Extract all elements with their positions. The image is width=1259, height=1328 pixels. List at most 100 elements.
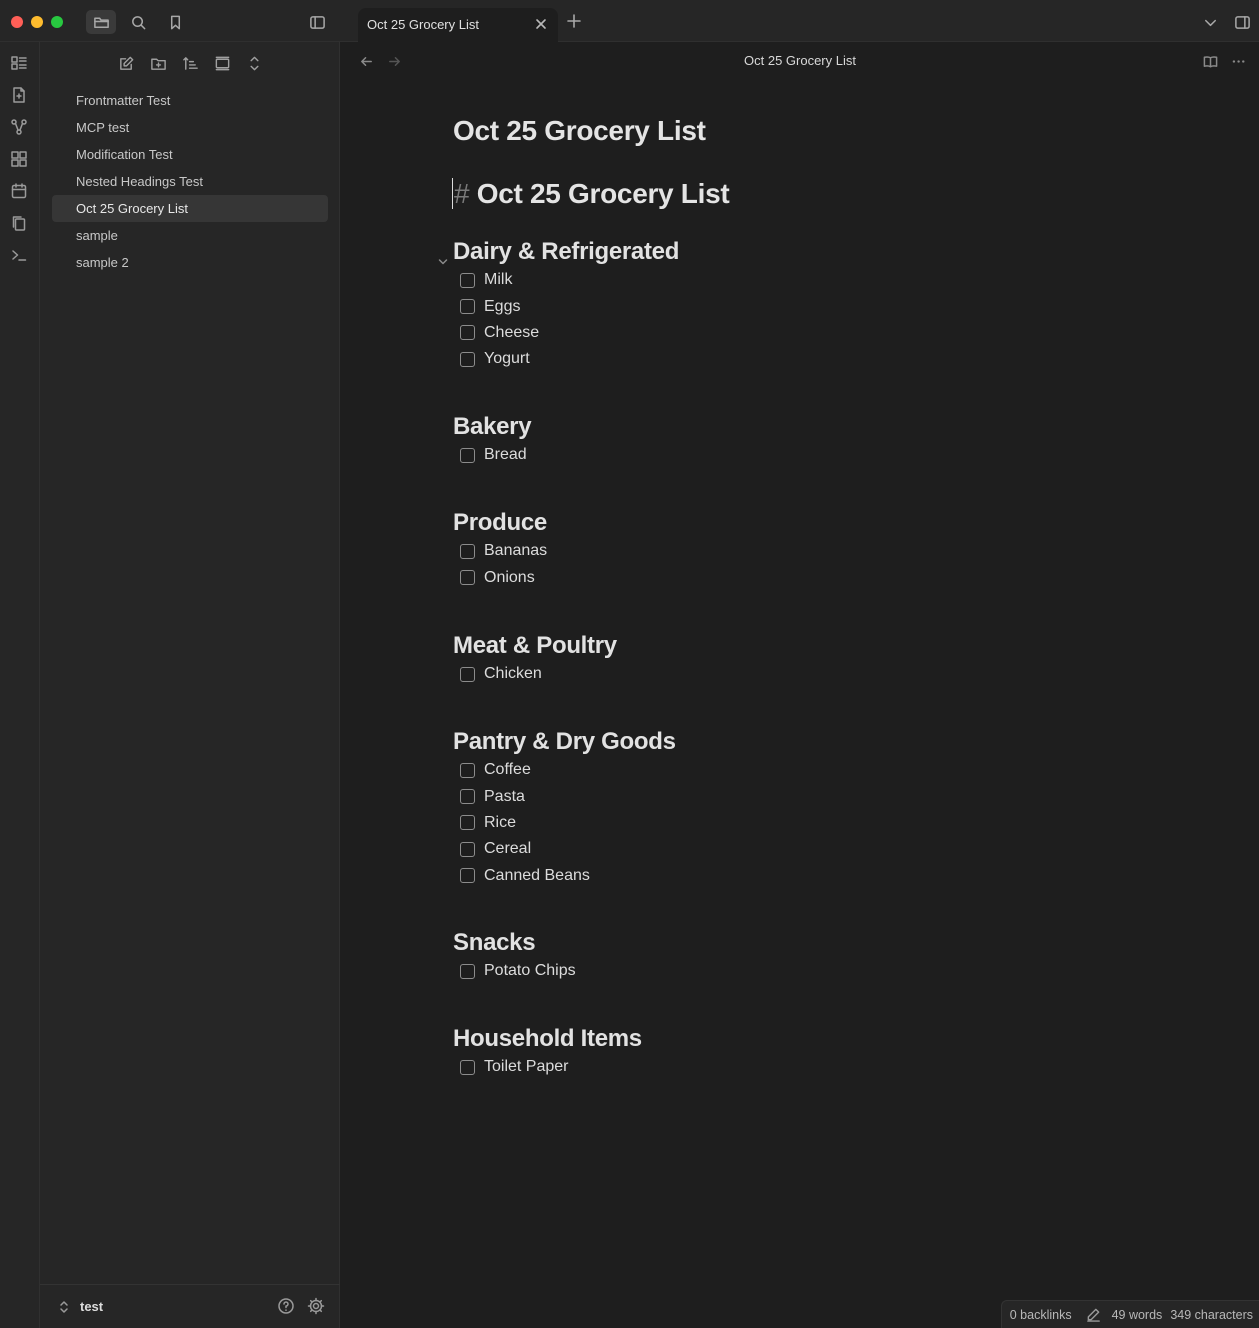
task-item: Pasta [453,783,676,809]
task-label: Potato Chips [484,962,576,980]
task-label: Milk [484,271,513,289]
fold-chevron-icon[interactable] [437,246,449,265]
help-icon[interactable] [277,1297,297,1317]
task-label: Onions [484,568,535,586]
new-tab-button[interactable] [565,12,587,34]
task-checkbox[interactable] [460,447,475,463]
collapse-all-icon[interactable] [241,50,267,76]
task-item: Milk [453,267,679,293]
task-checkbox[interactable] [460,868,475,884]
vault-name[interactable]: test [80,1299,103,1314]
section-household-items: Household Items Toilet Paper [453,1024,642,1080]
task-item: Rice [453,810,676,836]
vault-switcher-icon[interactable] [58,1299,70,1315]
new-note-icon[interactable] [113,50,139,76]
task-checkbox[interactable] [460,815,475,831]
reading-view-icon[interactable] [1199,51,1221,71]
file-explorer: Frontmatter Test MCP test Modification T… [40,42,340,1328]
heading-1[interactable]: # Oct 25 Grocery List [452,178,730,210]
file-list: Frontmatter Test MCP test Modification T… [52,87,328,276]
ribbon [0,42,40,1328]
task-checkbox[interactable] [460,543,475,559]
copy-icon[interactable] [7,211,31,235]
section-snacks: Snacks Potato Chips [453,928,576,984]
graph-view-icon[interactable] [7,115,31,139]
task-item: Toilet Paper [453,1054,642,1080]
file-item-sample-2[interactable]: sample 2 [52,249,328,276]
note-content[interactable]: Oct 25 Grocery List # Oct 25 Grocery Lis… [438,112,1153,1075]
bookmark-icon[interactable] [160,10,190,34]
task-checkbox[interactable] [460,789,475,805]
task-checkbox[interactable] [460,325,475,341]
task-item: Cereal [453,836,676,862]
heading-2[interactable]: Dairy & Refrigerated [438,237,679,267]
task-label: Rice [484,813,517,831]
task-checkbox[interactable] [460,963,475,979]
editor-pane: Oct 25 Grocery List Oct 25 Grocery List … [341,42,1259,1328]
terminal-icon[interactable] [7,243,31,267]
task-checkbox[interactable] [460,666,475,682]
section-meat-poultry: Meat & Poultry Chicken [453,631,617,687]
heading-1-text: Oct 25 Grocery List [469,178,730,209]
task-checkbox[interactable] [460,570,475,586]
heading-2[interactable]: Household Items [453,1024,642,1054]
heading-2[interactable]: Bakery [453,412,532,442]
gear-icon[interactable] [307,1297,327,1317]
task-label: Bread [484,446,527,464]
toggle-left-sidebar-icon[interactable] [302,10,332,34]
file-item-nested-headings-test[interactable]: Nested Headings Test [52,168,328,195]
task-checkbox[interactable] [460,272,475,288]
inline-title[interactable]: Oct 25 Grocery List [453,112,1153,152]
title-bar: Oct 25 Grocery List [0,0,1259,42]
task-item: Chicken [453,661,617,687]
backlinks-count[interactable]: 0 backlinks [1010,1308,1072,1322]
calendar-icon[interactable] [7,179,31,203]
task-item: Cheese [453,320,679,346]
task-checkbox[interactable] [460,351,475,367]
pencil-icon[interactable] [1086,1307,1102,1323]
task-item: Bread [453,442,531,468]
heading-2[interactable]: Produce [453,508,547,538]
files-icon[interactable] [86,10,116,34]
task-label: Bananas [484,542,548,560]
canvas-icon[interactable] [7,147,31,171]
word-count: 49 words [1111,1307,1163,1322]
task-checkbox[interactable] [460,1059,475,1075]
file-item-modification-test[interactable]: Modification Test [52,141,328,168]
sort-icon[interactable] [177,50,203,76]
heading-2[interactable]: Meat & Poultry [453,631,617,661]
auto-reveal-icon[interactable] [209,50,235,76]
file-item-oct-25-grocery-list[interactable]: Oct 25 Grocery List [52,195,328,222]
task-label: Coffee [484,761,531,779]
toggle-right-sidebar-icon[interactable] [1227,10,1257,34]
section-dairy-refrigerated: Dairy & Refrigerated Milk Eggs Cheese Yo… [438,237,679,373]
search-icon[interactable] [123,10,153,34]
file-import-icon[interactable] [7,83,31,107]
task-label: Pasta [484,787,525,805]
view-title[interactable]: Oct 25 Grocery List [341,53,1259,68]
task-checkbox[interactable] [460,299,475,315]
task-label: Canned Beans [484,866,590,884]
window-maximize-button[interactable] [51,16,63,28]
vault-bar: test [40,1284,340,1328]
task-checkbox[interactable] [460,841,475,857]
task-checkbox[interactable] [460,762,475,778]
task-label: Yogurt [484,350,530,368]
window-minimize-button[interactable] [31,16,43,28]
tab-oct-25-grocery-list[interactable]: Oct 25 Grocery List [358,8,558,42]
heading-hash-mark: # [452,178,470,209]
close-icon[interactable] [534,17,550,33]
file-item-frontmatter-test[interactable]: Frontmatter Test [52,87,328,114]
dashboard-icon[interactable] [7,51,31,75]
new-folder-icon[interactable] [145,50,171,76]
file-item-sample[interactable]: sample [52,222,328,249]
file-item-mcp-test[interactable]: MCP test [52,114,328,141]
file-explorer-actions [40,50,340,76]
task-item: Potato Chips [453,958,576,984]
heading-2[interactable]: Pantry & Dry Goods [453,727,676,757]
task-label: Chicken [484,665,542,683]
chevron-down-icon[interactable] [1195,10,1225,34]
heading-2[interactable]: Snacks [453,928,576,958]
window-close-button[interactable] [11,16,23,28]
more-options-icon[interactable] [1227,51,1249,71]
